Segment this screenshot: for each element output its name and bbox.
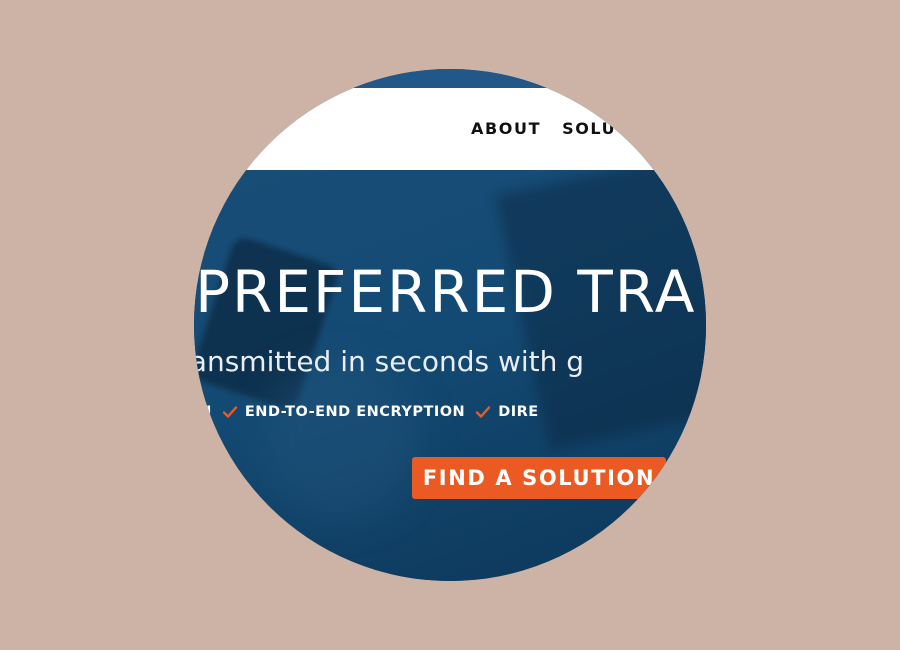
hero-title: E PREFERRED TRA [194, 258, 697, 326]
magnifier-lens: ABOUT SOLUTI E PREFERRED TRA page fax tr… [194, 69, 706, 581]
top-strip [194, 69, 706, 88]
feature-label: DIRE [498, 404, 539, 420]
feature-item: BRID FAX SOLUTION [194, 404, 212, 420]
feature-item: END-TO-END ENCRYPTION [222, 404, 465, 420]
zoom-backdrop: ABOUT SOLUTI E PREFERRED TRA page fax tr… [0, 0, 900, 650]
main-nav: ABOUT SOLUTI [471, 119, 636, 138]
hero-subtitle: page fax transmitted in seconds with g [194, 345, 585, 378]
nav-solutions[interactable]: SOLUTI [562, 119, 636, 138]
feature-list: BRID FAX SOLUTION END-TO-END ENCRYPTION … [194, 404, 539, 420]
feature-label: END-TO-END ENCRYPTION [244, 404, 466, 420]
nav-about[interactable]: ABOUT [471, 119, 541, 138]
hero-photo-hand [260, 360, 420, 520]
web-page: ABOUT SOLUTI E PREFERRED TRA page fax tr… [194, 69, 706, 581]
check-icon [476, 406, 491, 418]
feature-label: BRID FAX SOLUTION [194, 404, 212, 420]
find-solution-button[interactable]: FIND A SOLUTION [412, 457, 666, 499]
check-icon [222, 406, 238, 418]
feature-item: DIRE [475, 404, 539, 420]
